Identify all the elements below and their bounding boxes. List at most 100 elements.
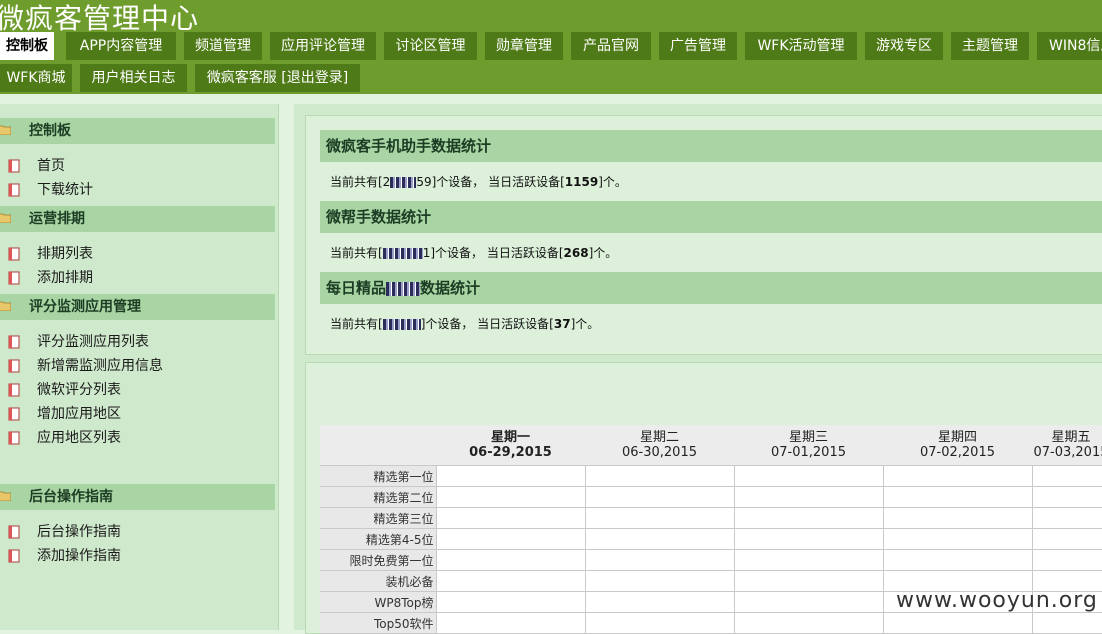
- schedule-cell[interactable]: [733, 528, 884, 550]
- schedule-cell[interactable]: [882, 612, 1033, 634]
- folder-icon: [0, 213, 11, 223]
- schedule-cell[interactable]: [1031, 507, 1102, 529]
- nav-app-comments[interactable]: 应用评论管理: [270, 32, 376, 60]
- schedule-cell[interactable]: [435, 591, 586, 613]
- slot-label: 精选第4-5位: [320, 528, 437, 550]
- nav-forum[interactable]: 讨论区管理: [384, 32, 477, 60]
- schedule-row: Top50软件: [320, 612, 1102, 634]
- schedule-cell[interactable]: [435, 465, 586, 487]
- schedule-cell[interactable]: [435, 549, 586, 571]
- schedule-cell[interactable]: [435, 570, 586, 592]
- slot-label: 限时免费第一位: [320, 549, 437, 571]
- schedule-cell[interactable]: [733, 612, 884, 634]
- nav-games[interactable]: 游戏专区: [865, 32, 943, 60]
- day-header: 星期二 06-30,2015: [585, 425, 734, 466]
- sidebar-item-schedule-list[interactable]: 排期列表: [0, 243, 275, 265]
- schedule-cell[interactable]: [882, 528, 1033, 550]
- stat-prefix: 当前共有[2: [330, 175, 391, 189]
- nav-support-logout[interactable]: 微疯客客服 [退出登录]: [195, 64, 360, 92]
- nav-medals[interactable]: 勋章管理: [485, 32, 563, 60]
- stat-title-weibangshou: 微帮手数据统计: [320, 201, 1102, 233]
- schedule-cell[interactable]: [1031, 612, 1102, 634]
- schedule-cell[interactable]: [584, 570, 735, 592]
- schedule-cell[interactable]: [733, 507, 884, 529]
- schedule-cell[interactable]: [733, 570, 884, 592]
- sidebar-item-region-list[interactable]: 应用地区列表: [0, 427, 275, 449]
- nav-wfk-shop[interactable]: WFK商城: [0, 64, 72, 92]
- sidebar-section-label: 后台操作指南: [29, 489, 113, 505]
- schedule-cell[interactable]: [1031, 528, 1102, 550]
- sidebar-section-label: 控制板: [29, 123, 71, 139]
- sidebar-item-add-guide[interactable]: 添加操作指南: [0, 545, 275, 567]
- nav-official-site[interactable]: 产品官网: [571, 32, 651, 60]
- stat-suffix: ]个。: [588, 246, 618, 260]
- schedule-cell[interactable]: [435, 528, 586, 550]
- nav-ads[interactable]: 广告管理: [659, 32, 737, 60]
- day-date: 06-29,2015: [469, 445, 552, 460]
- schedule-cell[interactable]: [584, 612, 735, 634]
- sidebar-item-add-schedule[interactable]: 添加排期: [0, 267, 275, 289]
- sidebar-item-home[interactable]: 首页: [0, 155, 275, 177]
- nav-wfk-events[interactable]: WFK活动管理: [745, 32, 857, 60]
- schedule-cell[interactable]: [584, 507, 735, 529]
- nav-dashboard[interactable]: 控制板: [0, 32, 54, 60]
- sidebar-item-download-stats[interactable]: 下载统计: [0, 179, 275, 201]
- schedule-row: 精选第一位: [320, 465, 1102, 487]
- schedule-cell[interactable]: [882, 486, 1033, 508]
- masked-value: [382, 248, 423, 259]
- schedule-cell[interactable]: [882, 507, 1033, 529]
- nav-channel[interactable]: 频道管理: [184, 32, 262, 60]
- sidebar-item-label: 应用地区列表: [37, 430, 121, 446]
- schedule-cell[interactable]: [584, 591, 735, 613]
- schedule-cell[interactable]: [1031, 549, 1102, 571]
- schedule-cell[interactable]: [1031, 486, 1102, 508]
- day-header: 星期一 06-29,2015: [436, 425, 585, 466]
- day-name: 星期一: [490, 430, 530, 445]
- day-date: 07-03,2015: [1033, 445, 1102, 460]
- sidebar-item-monitored-apps[interactable]: 评分监测应用列表: [0, 331, 275, 353]
- sidebar-section-rating-monitor[interactable]: 评分监测应用管理: [0, 294, 275, 320]
- folder-icon: [0, 491, 11, 501]
- schedule-cell[interactable]: [733, 465, 884, 487]
- sidebar-section-operations[interactable]: 运营排期: [0, 206, 275, 232]
- day-name: 星期四: [937, 430, 977, 445]
- schedule-cell[interactable]: [584, 549, 735, 571]
- nav-themes[interactable]: 主题管理: [951, 32, 1029, 60]
- schedule-cell[interactable]: [882, 549, 1033, 571]
- folder-icon: [0, 125, 11, 135]
- schedule-cell[interactable]: [733, 486, 884, 508]
- nav-app-content[interactable]: APP内容管理: [66, 32, 176, 60]
- sidebar-item-add-region[interactable]: 增加应用地区: [0, 403, 275, 425]
- schedule-cell[interactable]: [733, 591, 884, 613]
- schedule-cell[interactable]: [435, 612, 586, 634]
- nav-win8-info[interactable]: WIN8信息: [1037, 32, 1102, 60]
- schedule-row: 精选第二位: [320, 486, 1102, 508]
- schedule-cell[interactable]: [584, 528, 735, 550]
- sidebar-item-label: 微软评分列表: [37, 382, 121, 398]
- sidebar-item-guide[interactable]: 后台操作指南: [0, 521, 275, 543]
- day-date: 07-01,2015: [771, 445, 846, 460]
- book-icon: [8, 549, 20, 563]
- schedule-cell[interactable]: [435, 507, 586, 529]
- sidebar-item-ms-ratings[interactable]: 微软评分列表: [0, 379, 275, 401]
- sidebar-section-dashboard[interactable]: 控制板: [0, 118, 275, 144]
- stat-mid: ]个设备， 当日活跃设备[: [420, 317, 554, 331]
- book-icon: [8, 359, 20, 373]
- book-icon: [8, 247, 20, 261]
- schedule-header-row: 星期一 06-29,2015 星期二 06-30,2015 星期三 07-01,201…: [320, 425, 1102, 466]
- schedule-cell[interactable]: [1031, 465, 1102, 487]
- sidebar-section-guide[interactable]: 后台操作指南: [0, 484, 275, 510]
- sidebar-item-add-monitored-app[interactable]: 新增需监测应用信息: [0, 355, 275, 377]
- sidebar-item-label: 后台操作指南: [37, 524, 121, 540]
- slot-label: 精选第三位: [320, 507, 437, 529]
- schedule-cell[interactable]: [584, 486, 735, 508]
- slot-label: 精选第一位: [320, 465, 437, 487]
- stats-panel: 微疯客手机助手数据统计 当前共有[2 59]个设备， 当日活跃设备[1159]个。…: [305, 115, 1102, 355]
- day-name: 星期三: [788, 430, 828, 445]
- stat-title-prefix: 每日精品: [326, 279, 387, 297]
- schedule-cell[interactable]: [435, 486, 586, 508]
- schedule-cell[interactable]: [733, 549, 884, 571]
- schedule-cell[interactable]: [882, 465, 1033, 487]
- nav-user-logs[interactable]: 用户相关日志: [80, 64, 187, 92]
- schedule-cell[interactable]: [584, 465, 735, 487]
